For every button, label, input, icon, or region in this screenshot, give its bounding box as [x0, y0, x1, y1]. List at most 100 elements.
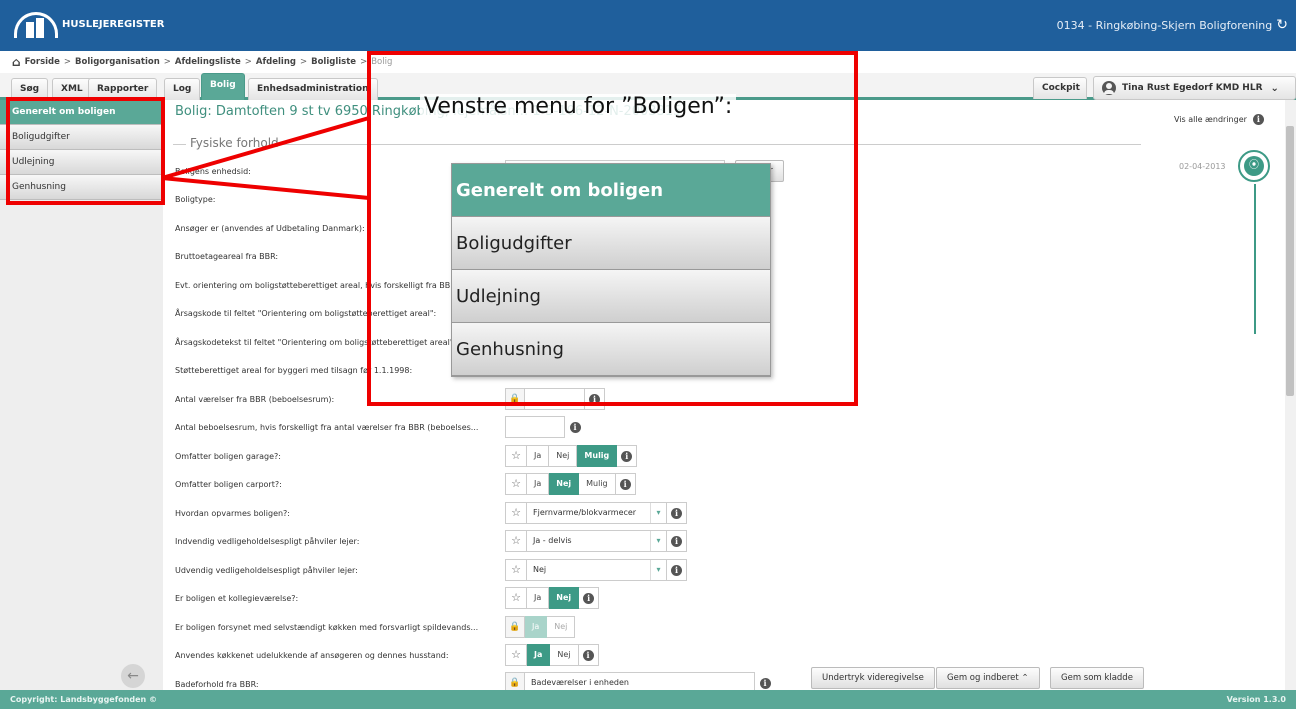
form-label: Indvendig vedligeholdelsespligt påhviler… — [175, 536, 360, 546]
top-bar: HUSLEJEREGISTER 0134 - Ringkøbing-Skjern… — [0, 0, 1296, 51]
rss-feed-icon[interactable]: ⦿ — [1238, 150, 1270, 182]
option-ja[interactable]: Ja — [527, 587, 550, 609]
save-submit-button[interactable]: Gem og indberet ⌃ — [936, 667, 1040, 689]
logo-icon — [14, 10, 58, 38]
rooms-override-field[interactable] — [505, 416, 565, 438]
form-label: Boligtype: — [175, 194, 216, 204]
form-label: Omfatter boligen garage?: — [175, 451, 281, 461]
star-icon[interactable]: ☆ — [505, 559, 527, 581]
copyright: Copyright: Landsbyggefonden © — [10, 695, 158, 704]
inner-maintenance-dropdown[interactable]: Ja - delvis ▾ — [527, 530, 667, 552]
organization-selector[interactable]: 0134 - Ringkøbing-Skjern Boligforening ↻ — [1057, 17, 1288, 33]
star-icon[interactable]: ☆ — [505, 644, 527, 666]
star-icon[interactable]: ☆ — [505, 502, 527, 524]
carport-toggle: ☆ Ja Nej Mulig i — [505, 473, 636, 495]
show-all-changes[interactable]: Vis alle ændringer i — [1174, 114, 1264, 125]
kitchen-use-toggle: ☆ Ja Nej i — [505, 644, 599, 666]
section-title: Fysiske forhold — [186, 136, 283, 150]
version: Version 1.3.0 — [1226, 695, 1286, 704]
info-icon[interactable]: i — [579, 587, 600, 609]
option-mulig[interactable]: Mulig — [577, 445, 618, 467]
form-label: Hvordan opvarmes boligen?: — [175, 508, 290, 518]
outer-maintenance-value: Nej — [533, 565, 547, 574]
save-submit-label: Gem og indberet — [947, 673, 1019, 683]
breadcrumb-separator: > — [299, 57, 308, 67]
kitchen-toggle: 🔒 Ja Nej — [505, 616, 576, 638]
zoomed-menu-item: Genhusning — [452, 323, 770, 376]
refresh-icon[interactable]: ↻ — [1276, 17, 1288, 33]
option-nej[interactable]: Nej — [549, 445, 578, 467]
breadcrumb: ⌂ Forside > Boligorganisation > Afdeling… — [12, 55, 392, 69]
option-nej[interactable]: Nej — [549, 587, 580, 609]
outer-maintenance-select: ☆ Nej ▾ i — [505, 559, 687, 581]
outer-maintenance-dropdown[interactable]: Nej ▾ — [527, 559, 667, 581]
zoomed-menu: Generelt om boligen Boligudgifter Udlejn… — [451, 163, 771, 377]
star-icon[interactable]: ☆ — [505, 530, 527, 552]
form-label: Ansøger er (anvendes af Udbetaling Danma… — [175, 223, 365, 233]
info-icon[interactable]: i — [667, 530, 687, 552]
star-icon[interactable]: ☆ — [505, 587, 527, 609]
info-icon[interactable]: i — [615, 473, 636, 495]
form-label: Er boligen et kollegieværelse?: — [175, 593, 299, 603]
change-date: 02-04-2013 — [1179, 162, 1226, 171]
star-icon[interactable]: ☆ — [505, 445, 527, 467]
form-label: Antal beboelsesrum, hvis forskelligt fra… — [175, 422, 479, 432]
option-nej: Nej — [547, 616, 576, 638]
annotation-title: Venstre menu for ”Boligen”: — [420, 94, 737, 119]
heating-select: ☆ Fjernvarme/blokvarmecer ▾ i — [505, 502, 687, 524]
scrollbar-thumb[interactable] — [1286, 126, 1294, 396]
heating-dropdown[interactable]: Fjernvarme/blokvarmecer ▾ — [527, 502, 667, 524]
option-ja[interactable]: Ja — [527, 644, 551, 666]
chevron-down-icon: ▾ — [650, 560, 666, 580]
user-name: Tina Rust Egedorf KMD HLR — [1122, 83, 1263, 93]
tab-log[interactable]: Log — [164, 78, 201, 100]
suppress-button[interactable]: Undertryk videregivelse — [811, 667, 935, 689]
chevron-down-icon: ⌄ — [1270, 82, 1279, 94]
chevron-up-icon: ⌃ — [1021, 673, 1029, 683]
breadcrumb-item[interactable]: Afdeling — [256, 57, 296, 67]
show-all-changes-label: Vis alle ændringer — [1174, 115, 1247, 124]
zoomed-menu-item: Generelt om boligen — [452, 164, 770, 217]
tab-bolig[interactable]: Bolig — [201, 73, 245, 100]
info-icon[interactable]: i — [565, 416, 585, 438]
breadcrumb-item[interactable]: Forside — [25, 57, 60, 67]
cockpit-button[interactable]: Cockpit — [1033, 77, 1087, 99]
info-icon[interactable]: i — [667, 559, 687, 581]
home-icon[interactable]: ⌂ — [12, 55, 21, 69]
form-label: Udvendig vedligeholdelsespligt påhviler … — [175, 565, 358, 575]
form-label: Anvendes køkkenet udelukkende af ansøger… — [175, 650, 449, 660]
option-mulig[interactable]: Mulig — [579, 473, 616, 495]
user-icon — [1102, 81, 1116, 95]
dorm-toggle: ☆ Ja Nej i — [505, 587, 600, 609]
inner-maintenance-value: Ja - delvis — [533, 536, 572, 545]
chevron-down-icon: ▾ — [650, 531, 666, 551]
option-nej[interactable]: Nej — [549, 473, 580, 495]
option-ja[interactable]: Ja — [527, 473, 550, 495]
footer: Copyright: Landsbyggefonden © Version 1.… — [0, 690, 1296, 709]
breadcrumb-item[interactable]: Afdelingsliste — [175, 57, 241, 67]
option-ja[interactable]: Ja — [527, 445, 550, 467]
timeline — [1254, 184, 1256, 334]
info-icon[interactable]: i — [578, 644, 599, 666]
form-label: Boligens enhedsid: — [175, 166, 251, 176]
app-logo[interactable]: HUSLEJEREGISTER — [14, 10, 164, 38]
garage-toggle: ☆ Ja Nej Mulig i — [505, 445, 638, 467]
breadcrumb-item[interactable]: Boligliste — [311, 57, 356, 67]
breadcrumb-separator: > — [163, 57, 171, 67]
info-icon[interactable]: i — [617, 445, 638, 467]
tab-enhedsadministration[interactable]: Enhedsadministration — [248, 78, 378, 100]
lock-icon: 🔒 — [505, 616, 525, 638]
option-nej[interactable]: Nej — [550, 644, 579, 666]
form-label: Omfatter boligen carport?: — [175, 479, 282, 489]
organization-name: 0134 - Ringkøbing-Skjern Boligforening — [1056, 18, 1273, 32]
breadcrumb-separator: > — [244, 57, 252, 67]
user-menu[interactable]: Tina Rust Egedorf KMD HLR ⌄ — [1093, 76, 1296, 100]
bath-value: Badeværelser i enheden — [531, 678, 629, 687]
star-icon[interactable]: ☆ — [505, 473, 527, 495]
save-draft-button[interactable]: Gem som kladde — [1050, 667, 1144, 689]
highlight-box — [6, 97, 165, 205]
info-icon[interactable]: i — [1252, 114, 1264, 125]
back-arrow-icon[interactable]: ← — [121, 664, 145, 688]
breadcrumb-item[interactable]: Boligorganisation — [75, 57, 160, 67]
info-icon[interactable]: i — [667, 502, 687, 524]
